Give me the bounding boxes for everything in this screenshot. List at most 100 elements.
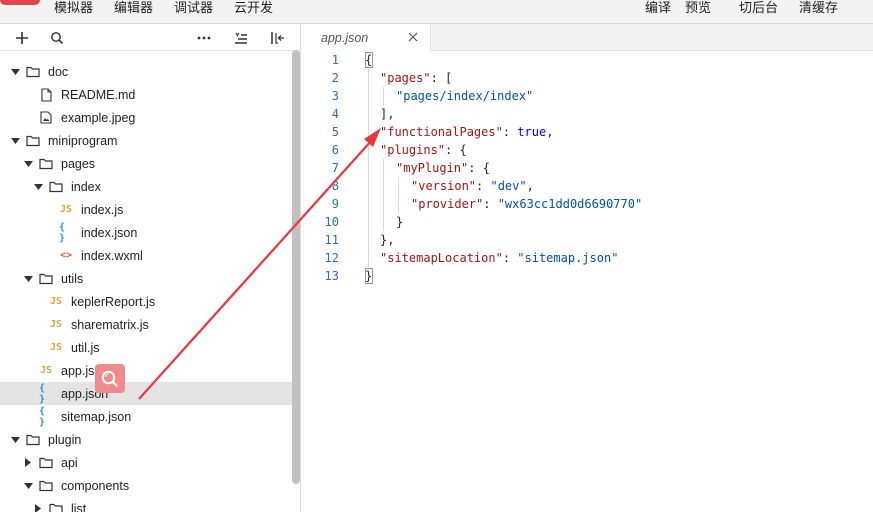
tree-item-label: doc [48,64,69,79]
file-explorer: doc README.md example.jpeg miniprogram pages… [0,24,301,512]
menu-compile[interactable]: 编译 [645,0,671,16]
code-line-10: } [396,213,403,231]
js-file-icon: JS [49,342,63,353]
code-token: , [546,125,554,139]
folder-icon [39,272,53,286]
tree-item-label: index [71,179,101,194]
tree-folder[interactable]: miniprogram [0,129,292,152]
js-file-icon: JS [49,319,63,330]
explorer-scrollbar[interactable] [292,50,300,484]
tree-file[interactable]: JS util.js [0,336,292,359]
menu-clear-cache[interactable]: 清缓存 [799,0,838,16]
code-editor: app.json 1 2 3 4 5 6 7 8 9 10 11 12 13 {… [301,24,873,512]
tree-file[interactable]: JS index.js [0,198,292,221]
tree-folder[interactable]: list [0,497,292,512]
folder-icon [26,433,40,447]
indent-guide [368,69,369,267]
code-token: "provider" [411,197,484,211]
line-number: 13 [324,269,339,283]
tree-file[interactable]: JS keplerReport.js [0,290,292,313]
code-line-12: "sitemapLocation": "sitemap.json" [380,249,618,267]
tree-item-label: utils [61,271,84,286]
image-file-icon [39,111,53,125]
tree-file[interactable]: JS sharematrix.js [0,313,292,336]
menu-editor[interactable]: 编辑器 [114,0,153,16]
explorer-toolbar [0,24,300,51]
code-token: }, [380,233,395,247]
tree-file[interactable]: README.md [0,83,292,106]
indent-guide [383,87,384,105]
tree-folder[interactable]: api [0,451,292,474]
tree-folder[interactable]: components [0,474,292,497]
collapse-panel-icon[interactable] [268,28,288,48]
code-token: true [517,125,547,139]
folder-icon [49,502,63,512]
more-icon[interactable] [194,28,214,48]
chevron-right-icon[interactable] [23,458,33,468]
code-token: : [476,179,491,193]
tree-file[interactable]: { } index.json [0,221,292,244]
chevron-down-icon[interactable] [33,182,43,192]
app-logo [0,0,40,5]
tree-folder[interactable]: doc [0,60,292,83]
line-number: 6 [331,143,339,157]
add-icon[interactable] [12,28,32,48]
chevron-down-icon[interactable] [23,159,33,169]
chevron-down-icon[interactable] [23,481,33,491]
code-token: "functionalPages" [380,125,503,139]
line-number: 8 [331,179,339,193]
tree-file[interactable]: JS app.js [0,359,292,382]
editor-tab-bar: app.json [301,24,873,51]
tree-item-label: api [61,455,78,470]
chevron-down-icon[interactable] [10,136,20,146]
tree-file[interactable]: example.jpeg [0,106,292,129]
floating-search-button[interactable] [95,364,125,393]
chevron-down-icon[interactable] [10,435,20,445]
line-number: 5 [331,125,339,139]
tree-item-label: index.json [81,225,138,240]
code-token: : [ [430,71,453,85]
wxml-file-icon: <> [59,250,73,261]
search-icon[interactable] [47,28,67,48]
tree-folder[interactable]: pages [0,152,292,175]
tree-item-label: sharematrix.js [71,317,149,332]
chevron-right-icon[interactable] [33,504,43,512]
code-token: { [365,53,373,67]
line-number: 4 [331,107,339,121]
tree-item-label: miniprogram [48,133,118,148]
tree-file[interactable]: { } sitemap.json [0,405,292,428]
code-token: : [502,251,518,265]
menu-cloud-dev[interactable]: 云开发 [234,0,273,16]
menu-simulator[interactable]: 模拟器 [54,0,93,16]
code-token: "pages/index/index" [396,89,534,103]
code-line-13: } [365,267,372,285]
code-token: "plugins" [380,143,446,157]
code-token: "dev" [490,179,527,193]
tree-folder[interactable]: utils [0,267,292,290]
code-token: ], [380,107,395,121]
folder-icon [26,65,40,79]
code-line-7: "myPlugin": { [396,159,490,177]
js-file-icon: JS [59,204,73,215]
tree-folder[interactable]: plugin [0,428,292,451]
menu-background[interactable]: 切后台 [739,0,778,16]
code-line-3: "pages/index/index" [396,87,533,105]
tree-item-label: pages [61,156,96,171]
code-token: : { [468,161,490,175]
tree-folder[interactable]: index [0,175,292,198]
menu-debugger[interactable]: 调试器 [174,0,213,16]
code-line-5: "functionalPages": true, [380,123,553,141]
tree-file[interactable]: { } app.json [0,382,292,405]
code-line-8: "version": "dev", [411,177,534,195]
menu-preview[interactable]: 预览 [685,0,711,16]
code-token: : [483,197,498,211]
tree-file[interactable]: <> index.wxml [0,244,292,267]
chevron-down-icon[interactable] [23,274,33,284]
tab-app-json[interactable]: app.json [301,24,431,51]
code-token: , [526,179,534,193]
code-line-6: "plugins": { [380,141,467,159]
line-number: 1 [331,53,339,67]
chevron-down-icon[interactable] [10,67,20,77]
close-icon[interactable] [407,31,419,43]
sort-icon[interactable] [231,28,251,48]
